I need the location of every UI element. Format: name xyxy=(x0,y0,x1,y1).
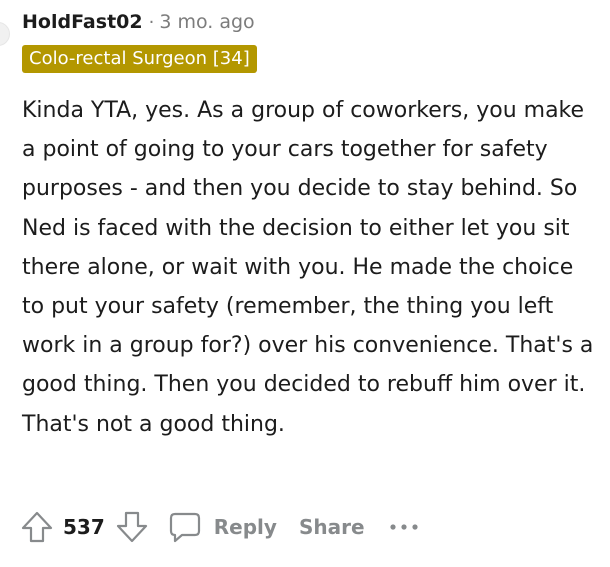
comment-bubble-icon xyxy=(168,510,202,544)
downvote-icon[interactable] xyxy=(115,510,149,544)
more-options-icon[interactable] xyxy=(389,521,419,533)
upvote-icon[interactable] xyxy=(20,510,54,544)
comment-body: Kinda YTA, yes. As a group of coworkers,… xyxy=(22,98,594,437)
username[interactable]: HoldFast02 xyxy=(22,11,143,33)
meta-separator: · xyxy=(148,11,155,33)
reply-label: Reply xyxy=(213,515,277,539)
avatar[interactable] xyxy=(0,22,10,46)
comment-actions: 537 Reply Share xyxy=(20,507,419,547)
comment-header: HoldFast02 · 3 mo. ago xyxy=(22,8,255,36)
reply-button[interactable]: Reply xyxy=(168,510,277,544)
vote-score: 537 xyxy=(63,515,105,539)
share-button[interactable]: Share xyxy=(299,515,365,539)
user-flair: Colo-rectal Surgeon [34] xyxy=(22,45,257,73)
timestamp[interactable]: 3 mo. ago xyxy=(159,11,254,33)
